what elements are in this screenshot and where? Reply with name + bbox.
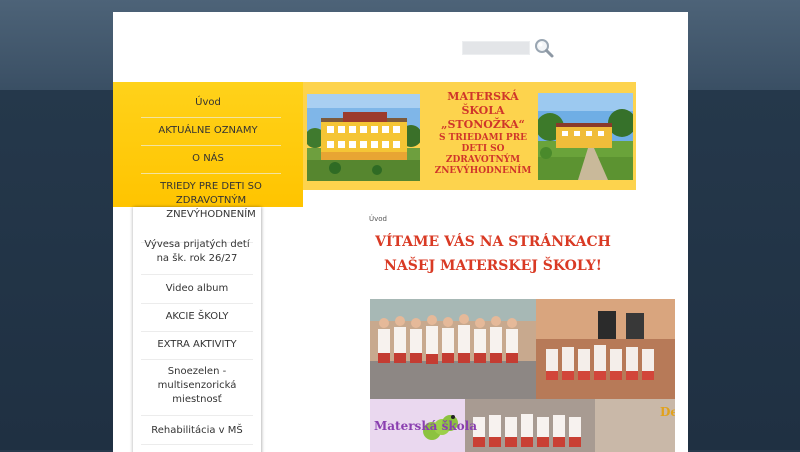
nav-item-akcie-skoly[interactable]: AKCIE ŠKOLY — [141, 310, 253, 324]
search-input[interactable] — [462, 41, 530, 55]
collage-label: Materská škola — [374, 419, 477, 433]
magnifier-icon[interactable] — [533, 37, 555, 59]
sidebar-nav: Úvod AKTUÁLNE OZNAMY O NÁS TRIEDY PRE DE… — [113, 82, 303, 452]
nav-item-uvod[interactable]: Úvod — [113, 96, 303, 110]
banner-title-line2: S TRIEDAMI PRE DETI SO ZDRAVOTNÝM ZNEVÝH… — [434, 133, 532, 176]
collage-label-right: De — [660, 405, 675, 419]
nav-separator — [141, 331, 253, 332]
banner-title: MATERSKÁ ŠKOLA „STONOŽKA“ S TRIEDAMI PRE… — [431, 90, 535, 177]
nav-separator — [141, 274, 253, 275]
nav-separator — [141, 415, 253, 416]
nav-item-aktualne-oznamy[interactable]: AKTUÁLNE OZNAMY — [113, 124, 303, 138]
nav-separator — [141, 303, 253, 304]
nav-item-extra-aktivity[interactable]: EXTRA AKTIVITY — [141, 338, 253, 352]
school-banner: MATERSKÁ ŠKOLA „STONOŽKA“ S TRIEDAMI PRE… — [303, 82, 636, 190]
nav-separator — [141, 444, 253, 445]
nav-separator — [141, 145, 281, 146]
welcome-headline: VÍTAME VÁS NA STRÁNKACH NAŠEJ MATERSKEJ … — [375, 234, 611, 274]
nav-item-snoezelen[interactable]: Snoezelen - multisenzorická miestnosť — [141, 365, 253, 407]
nav-item-triedy[interactable]: TRIEDY PRE DETI SO ZDRAVOTNÝM ZNEVÝHODNE… — [141, 180, 281, 222]
page-container: Úvod AKTUÁLNE OZNAMY O NÁS TRIEDY PRE DE… — [113, 12, 688, 452]
nav-separator — [141, 359, 253, 360]
nav-item-rehabilitacia[interactable]: Rehabilitácia v MŠ — [141, 424, 253, 438]
nav-separator — [141, 117, 281, 118]
photo-collage: Materská škola De — [370, 299, 675, 452]
breadcrumb[interactable]: Úvod — [369, 215, 387, 223]
school-building-photo — [307, 94, 420, 181]
school-garden-photo — [538, 93, 633, 180]
nav-separator — [141, 173, 281, 174]
banner-title-line1: MATERSKÁ ŠKOLA „STONOŽKA“ — [441, 90, 525, 131]
nav-item-vyveska[interactable]: Vývesa prijatých detí na šk. rok 26/27 — [141, 238, 253, 266]
nav-item-o-nas[interactable]: O NÁS — [113, 152, 303, 166]
nav-item-video-album[interactable]: Video album — [141, 282, 253, 296]
